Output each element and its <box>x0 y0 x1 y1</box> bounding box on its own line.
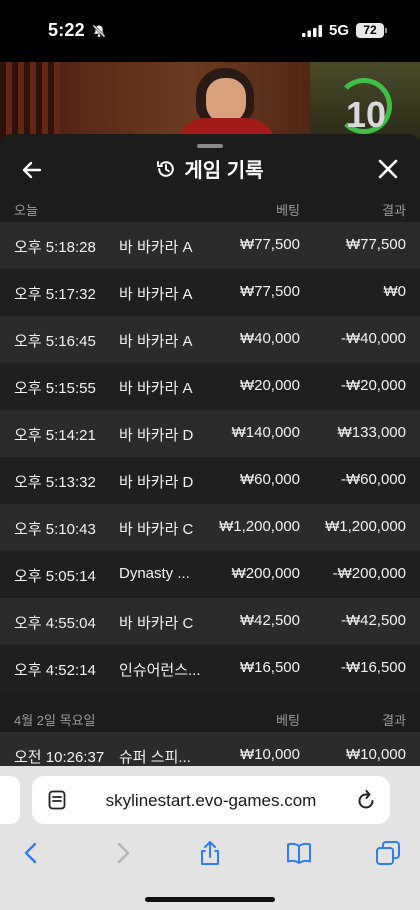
row-bet: ₩1,200,000 <box>219 518 300 535</box>
row-bet: ₩10,000 <box>239 746 300 763</box>
row-bet: ₩40,000 <box>239 330 300 347</box>
bet-timer-countdown: 10 <box>345 94 387 135</box>
status-time: 5:22 <box>48 20 85 40</box>
row-game: 바 바카라 C <box>119 615 194 632</box>
history-row[interactable]: 오후 5:16:45 바 바카라 A ₩40,000 -₩40,000 <box>0 316 420 363</box>
bookmarks-icon[interactable] <box>285 839 313 867</box>
row-result: -₩200,000 <box>332 565 406 582</box>
row-result: ₩0 <box>383 283 407 300</box>
previous-tab-preview[interactable] <box>0 776 20 824</box>
row-bet: ₩200,000 <box>231 565 300 582</box>
row-result: ₩1,200,000 <box>325 518 406 535</box>
row-result: ₩10,000 <box>345 746 406 763</box>
history-row[interactable]: 오전 10:26:37 슈퍼 스피... ₩10,000 ₩10,000 <box>0 732 420 766</box>
browser-toolbar: skylinestart.evo-games.com <box>0 766 420 910</box>
bet-column-header: 베팅 <box>276 713 300 728</box>
row-bet: ₩77,500 <box>239 236 300 253</box>
row-result: -₩20,000 <box>340 377 406 394</box>
row-game: 바 바카라 A <box>119 380 193 397</box>
history-row[interactable]: 오후 5:15:55 바 바카라 A ₩20,000 -₩20,000 <box>0 363 420 410</box>
network-type: 5G <box>329 22 350 39</box>
row-game: 인슈어런스... <box>119 662 201 679</box>
address-bar[interactable]: skylinestart.evo-games.com <box>32 776 390 824</box>
row-result: -₩16,500 <box>340 659 406 676</box>
row-result: ₩133,000 <box>337 424 406 441</box>
result-column-header: 결과 <box>382 713 406 728</box>
row-game: 슈퍼 스피... <box>119 749 191 766</box>
row-time: 오전 10:26:37 <box>14 749 105 766</box>
history-icon <box>157 160 175 177</box>
row-time: 오후 4:52:14 <box>14 662 96 679</box>
row-time: 오후 5:10:43 <box>14 521 96 538</box>
section-label: 4월 2일 목요일 <box>14 713 96 728</box>
today-history-list: 오후 5:18:28 바 바카라 A ₩77,500 ₩77,500 오후 5:… <box>0 222 420 692</box>
game-history-sheet: 게임 기록 오늘 베팅 결과 오후 5:18:28 바 바카라 A ₩77,50… <box>0 134 420 766</box>
row-bet: ₩16,500 <box>239 659 300 676</box>
row-time: 오후 5:13:32 <box>14 474 96 491</box>
row-bet: ₩42,500 <box>239 612 300 629</box>
history-row[interactable]: 오후 4:55:04 바 바카라 C ₩42,500 -₩42,500 <box>0 598 420 645</box>
row-result: -₩60,000 <box>340 471 406 488</box>
url-text[interactable]: skylinestart.evo-games.com <box>32 791 390 811</box>
row-result: -₩40,000 <box>340 330 406 347</box>
row-time: 오후 5:16:45 <box>14 333 96 350</box>
status-bar: 5:22 5G 72 <box>0 0 420 62</box>
row-time: 오후 5:15:55 <box>14 380 96 397</box>
live-dealer-video: 10 <box>0 62 420 142</box>
history-row[interactable]: 오후 4:52:14 인슈어런스... ₩16,500 -₩16,500 <box>0 645 420 692</box>
row-game: 바 바카라 D <box>119 427 194 444</box>
video-background-left <box>0 62 60 142</box>
section-label: 오늘 <box>14 203 38 218</box>
history-row[interactable]: 오후 5:10:43 바 바카라 C ₩1,200,000 ₩1,200,000 <box>0 504 420 551</box>
tabs-icon[interactable] <box>374 839 402 867</box>
history-row[interactable]: 오후 5:05:14 Dynasty ... ₩200,000 -₩200,00… <box>0 551 420 598</box>
home-indicator[interactable] <box>145 897 275 902</box>
silent-bell-icon <box>92 24 106 38</box>
sheet-title: 게임 기록 <box>184 160 264 182</box>
row-bet: ₩140,000 <box>231 424 300 441</box>
row-game: 바 바카라 A <box>119 333 193 350</box>
row-time: 오후 5:17:32 <box>14 286 96 303</box>
sheet-header: 게임 기록 <box>0 154 420 183</box>
history-row[interactable]: 오후 5:14:21 바 바카라 D ₩140,000 ₩133,000 <box>0 410 420 457</box>
row-time: 오후 5:14:21 <box>14 427 96 444</box>
history-row[interactable]: 오후 5:17:32 바 바카라 A ₩77,500 ₩0 <box>0 269 420 316</box>
row-time: 오후 5:05:14 <box>14 568 96 585</box>
row-result: -₩42,500 <box>340 612 406 629</box>
previous-day-history-list: 오전 10:26:37 슈퍼 스피... ₩10,000 ₩10,000 <box>0 732 420 766</box>
history-row[interactable]: 오후 5:18:28 바 바카라 A ₩77,500 ₩77,500 <box>0 222 420 269</box>
row-time: 오후 5:18:28 <box>14 239 96 256</box>
row-result: ₩77,500 <box>345 236 406 253</box>
row-bet: ₩77,500 <box>239 283 300 300</box>
row-bet: ₩20,000 <box>239 377 300 394</box>
row-bet: ₩60,000 <box>239 471 300 488</box>
battery-level: 72 <box>356 23 384 38</box>
back-chevron-icon[interactable] <box>18 839 46 867</box>
battery-cap <box>385 28 387 33</box>
sheet-grabber[interactable] <box>197 144 223 148</box>
row-game: 바 바카라 D <box>119 474 194 491</box>
bet-column-header: 베팅 <box>276 203 300 218</box>
close-icon[interactable] <box>377 158 399 180</box>
row-game: Dynasty ... <box>119 565 190 582</box>
forward-chevron-icon[interactable] <box>108 839 136 867</box>
share-icon[interactable] <box>196 839 224 867</box>
row-time: 오후 4:55:04 <box>14 615 96 632</box>
reload-icon[interactable] <box>356 789 376 811</box>
history-row[interactable]: 오후 5:13:32 바 바카라 D ₩60,000 -₩60,000 <box>0 457 420 504</box>
result-column-header: 결과 <box>382 203 406 218</box>
section-header-today: 오늘 베팅 결과 <box>0 192 420 222</box>
section-header-previous-day: 4월 2일 목요일 베팅 결과 <box>0 702 420 732</box>
row-game: 바 바카라 A <box>119 239 193 256</box>
cellular-signal-icon <box>302 25 322 37</box>
row-game: 바 바카라 A <box>119 286 193 303</box>
row-game: 바 바카라 C <box>119 521 194 538</box>
